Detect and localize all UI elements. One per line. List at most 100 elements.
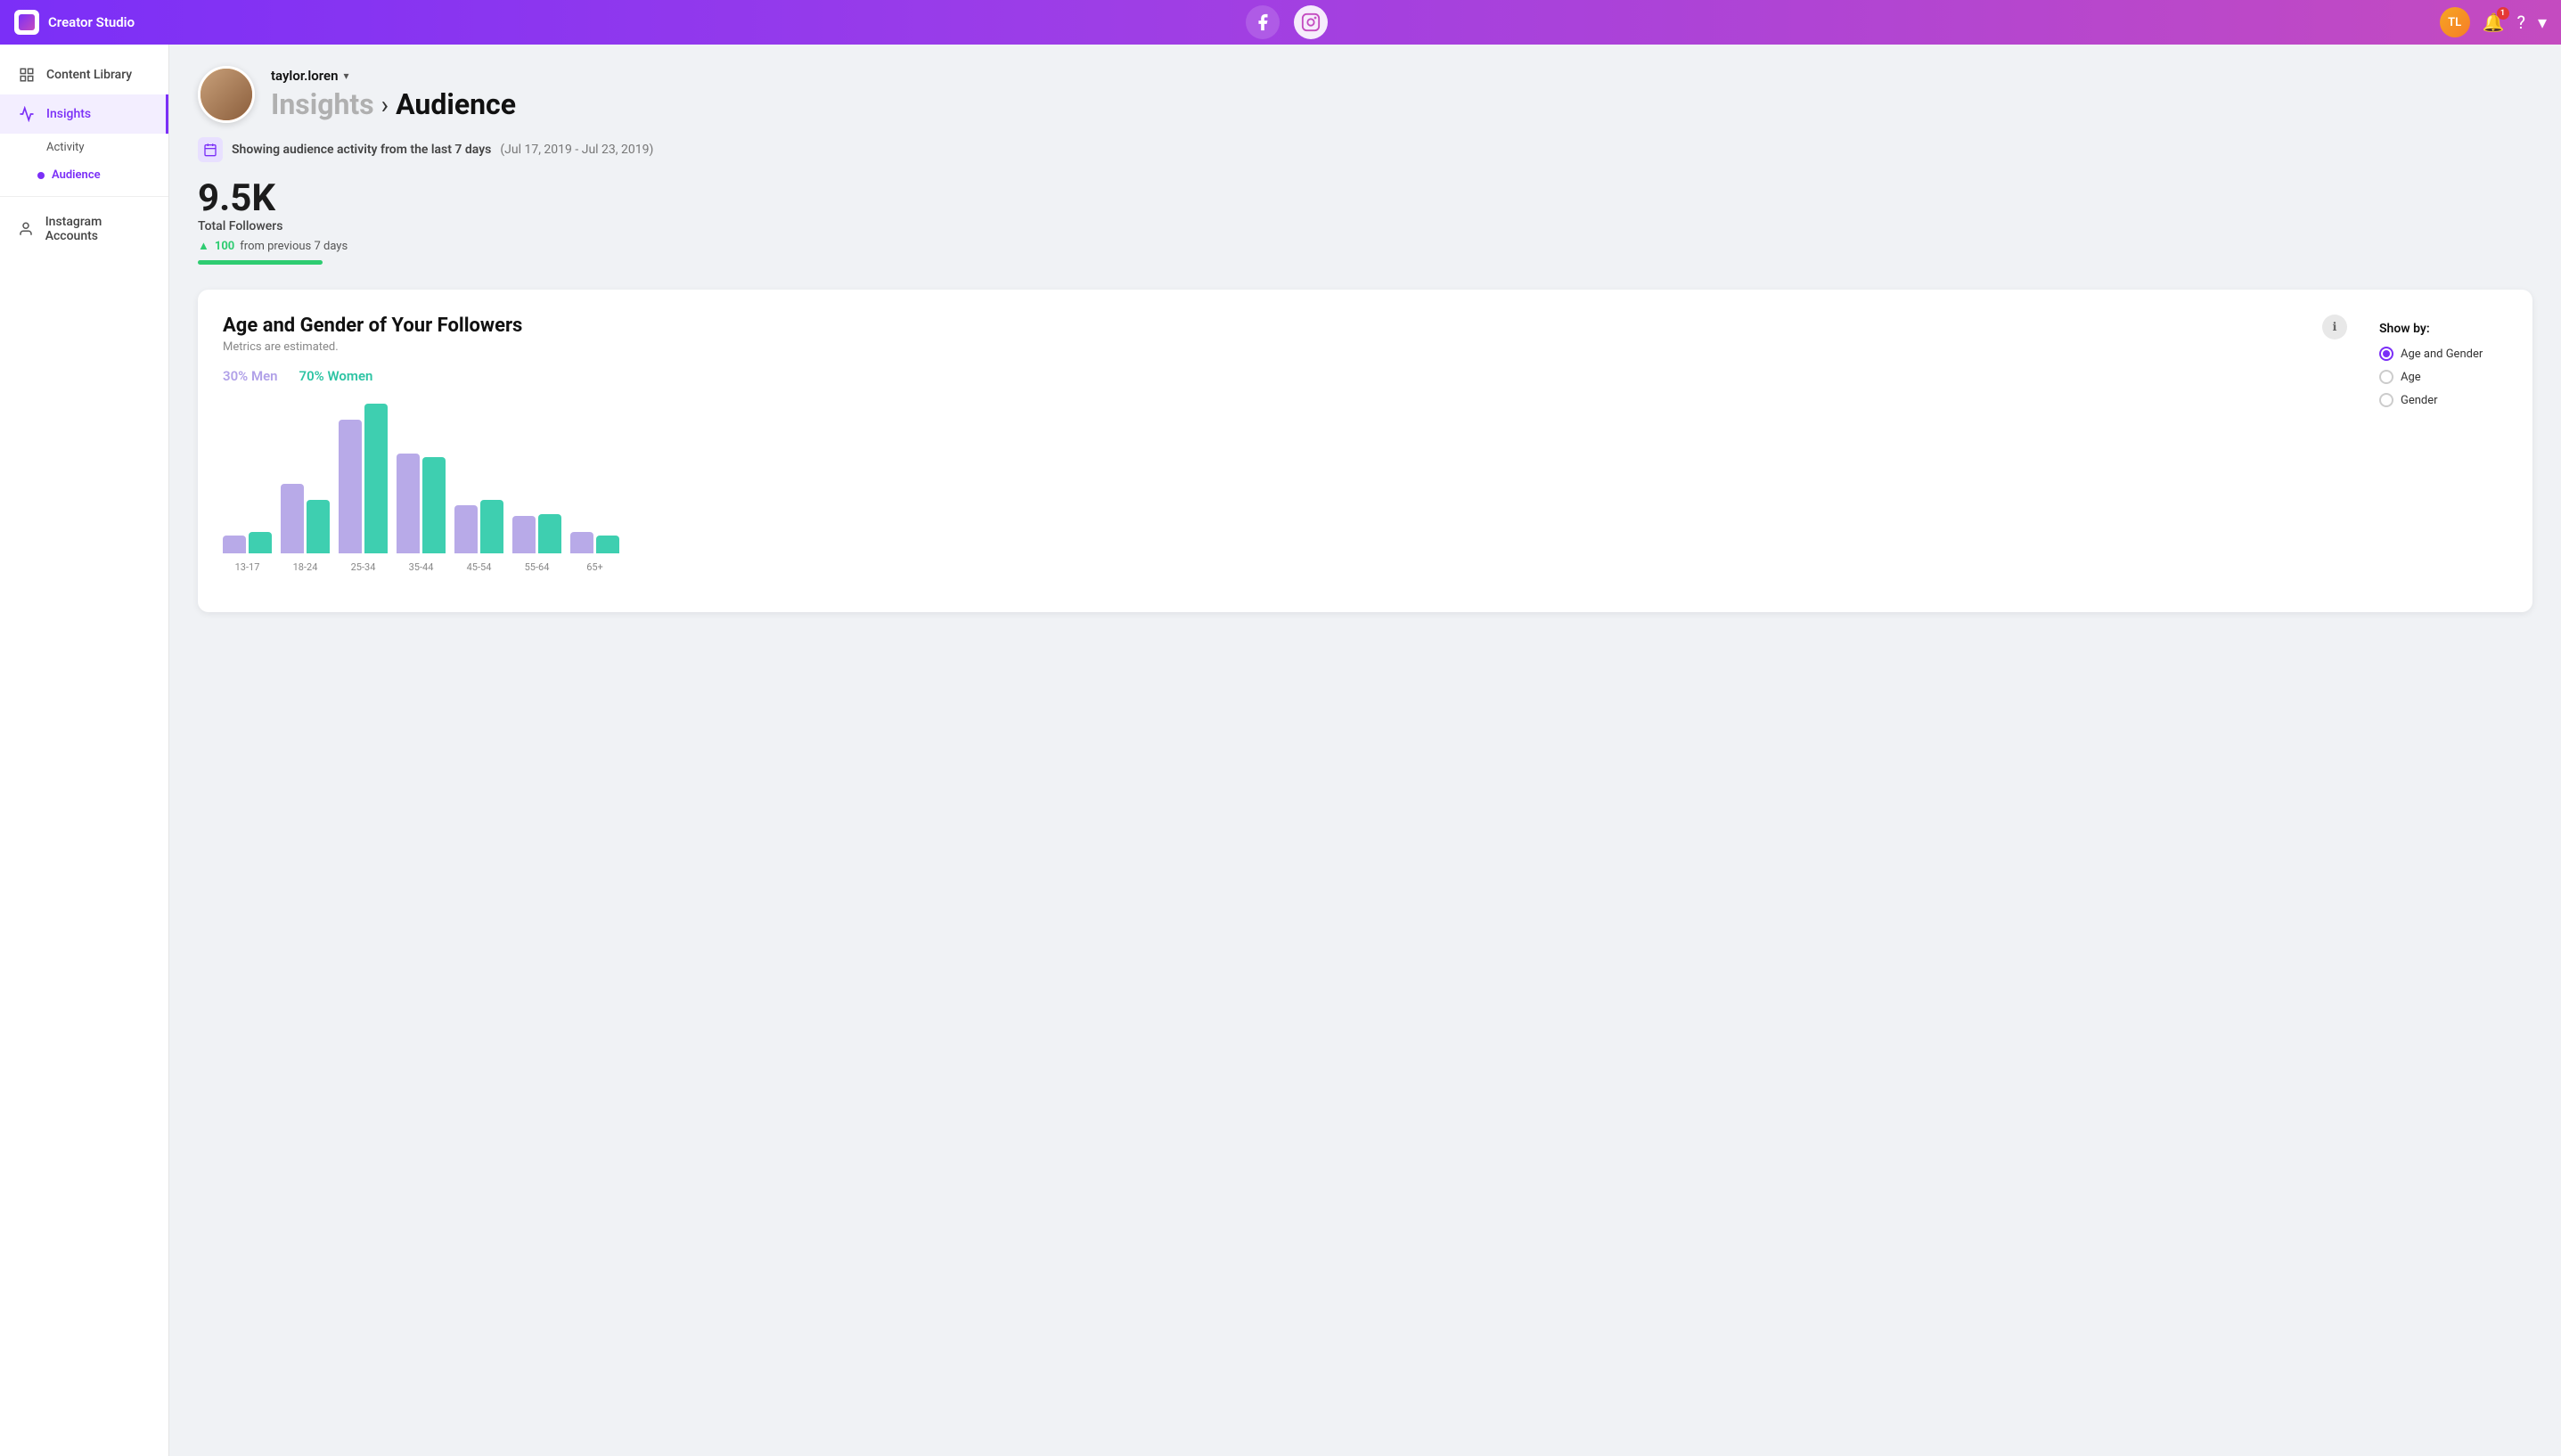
men-bar-13-17: [223, 536, 246, 553]
date-banner: Showing audience activity from the last …: [198, 137, 2532, 162]
radio-age[interactable]: Age: [2379, 370, 2493, 384]
bar-label-45-54: 45-54: [467, 561, 492, 573]
bar-pair-65+: [570, 532, 619, 553]
bar-pair-45-54: [454, 500, 503, 553]
men-bar-35-44: [397, 454, 420, 553]
username: taylor.loren: [271, 68, 338, 84]
username-dropdown-icon[interactable]: ▾: [343, 70, 348, 82]
insights-icon: [18, 105, 36, 123]
sidebar-sub-audience[interactable]: Audience: [0, 161, 168, 189]
bar-label-55-64: 55-64: [525, 561, 550, 573]
sidebar: Content Library Insights Activity Audien…: [0, 45, 169, 1456]
radio-circle-age-gender: [2379, 347, 2393, 361]
change-text: from previous 7 days: [240, 240, 348, 253]
instagram-accounts-label: Instagram Accounts: [45, 215, 151, 243]
bar-pair-25-34: [339, 404, 388, 553]
bar-group-13-17: 13-17: [223, 532, 272, 573]
breadcrumb-insights[interactable]: Insights: [271, 87, 374, 121]
bar-group-55-64: 55-64: [512, 514, 561, 573]
women-bar-13-17: [249, 532, 272, 553]
followers-change: ▲ 100 from previous 7 days: [198, 239, 2532, 253]
followers-section: 9.5K Total Followers ▲ 100 from previous…: [198, 180, 2532, 265]
bar-pair-35-44: [397, 454, 446, 553]
women-bar-55-64: [538, 514, 561, 553]
audience-label: Audience: [52, 168, 101, 182]
radio-gender[interactable]: Gender: [2379, 393, 2493, 407]
dropdown-icon[interactable]: ▾: [2538, 12, 2547, 33]
chart-subtitle: Metrics are estimated.: [223, 340, 522, 354]
content-library-icon: [18, 66, 36, 84]
bar-label-35-44: 35-44: [409, 561, 434, 573]
show-by-panel: Show by: Age and Gender Age Gender: [2365, 315, 2508, 594]
followers-label: Total Followers: [198, 219, 2532, 233]
sidebar-divider: [0, 196, 168, 197]
instagram-platform-btn[interactable]: [1294, 5, 1328, 39]
men-percentage: 30% Men: [223, 368, 278, 384]
bar-group-65+: 65+: [570, 532, 619, 573]
facebook-platform-btn[interactable]: [1246, 5, 1280, 39]
women-bar-25-34: [364, 404, 388, 553]
chart-info-button[interactable]: ℹ: [2322, 315, 2347, 339]
men-bar-55-64: [512, 516, 536, 553]
chart-main: Age and Gender of Your Followers Metrics…: [223, 315, 2347, 594]
women-percentage: 70% Women: [299, 368, 373, 384]
sidebar-item-instagram-accounts[interactable]: Instagram Accounts: [0, 204, 168, 254]
radio-options: Age and Gender Age Gender: [2379, 347, 2493, 407]
change-amount: 100: [215, 240, 234, 253]
page-header: taylor.loren ▾ Insights › Audience: [198, 66, 2532, 123]
breadcrumb-audience: Audience: [396, 87, 516, 121]
women-bar-18-24: [307, 500, 330, 553]
main-content: taylor.loren ▾ Insights › Audience Showi…: [169, 45, 2561, 1456]
sidebar-item-insights[interactable]: Insights: [0, 94, 168, 134]
insights-label: Insights: [46, 107, 91, 121]
show-by-title: Show by:: [2379, 322, 2493, 336]
women-bar-65+: [596, 536, 619, 553]
calendar-icon: [198, 137, 223, 162]
bar-pair-18-24: [281, 484, 330, 553]
radio-circle-gender: [2379, 393, 2393, 407]
bar-label-25-34: 25-34: [351, 561, 376, 573]
gender-legend: 30% Men 70% Women: [223, 368, 2347, 384]
breadcrumb: Insights › Audience: [271, 87, 516, 121]
bar-label-65+: 65+: [586, 561, 603, 573]
sidebar-item-content-library[interactable]: Content Library: [0, 55, 168, 94]
header-text: taylor.loren ▾ Insights › Audience: [271, 68, 516, 121]
radio-label-age: Age: [2401, 371, 2421, 384]
radio-circle-age: [2379, 370, 2393, 384]
sidebar-sub-activity[interactable]: Activity: [0, 134, 168, 161]
instagram-accounts-icon: [18, 220, 35, 238]
women-bar-45-54: [480, 500, 503, 553]
bar-label-18-24: 18-24: [293, 561, 318, 573]
top-navigation: Creator Studio TL 🔔 1 ? ▾: [0, 0, 2561, 45]
bar-pair-13-17: [223, 532, 272, 553]
men-bar-25-34: [339, 420, 362, 553]
platform-switcher: [1246, 5, 1328, 39]
age-gender-bar-chart: 13-17 18-24 25-34 35-44 45-54 55-64 65+: [223, 398, 2347, 594]
chart-title-group: Age and Gender of Your Followers Metrics…: [223, 315, 522, 368]
followers-progress-bar: [198, 260, 323, 265]
notifications-button[interactable]: 🔔 1: [2483, 12, 2505, 33]
men-bar-18-24: [281, 484, 304, 553]
chart-title: Age and Gender of Your Followers: [223, 315, 522, 337]
content-library-label: Content Library: [46, 68, 132, 82]
app-title: Creator Studio: [48, 14, 135, 30]
activity-label: Activity: [46, 141, 85, 154]
help-icon[interactable]: ?: [2517, 12, 2525, 33]
user-avatar[interactable]: TL: [2440, 7, 2470, 37]
chart-header-row: Age and Gender of Your Followers Metrics…: [223, 315, 2347, 368]
notification-badge: 1: [2497, 7, 2509, 20]
app-logo: [14, 10, 39, 35]
bar-group-35-44: 35-44: [397, 454, 446, 573]
women-bar-35-44: [422, 457, 446, 553]
topnav-right: TL 🔔 1 ? ▾: [2440, 7, 2547, 37]
topnav-left: Creator Studio: [14, 10, 135, 35]
men-bar-65+: [570, 532, 593, 553]
username-row: taylor.loren ▾: [271, 68, 516, 84]
date-banner-text: Showing audience activity from the last …: [232, 143, 491, 157]
radio-age-gender[interactable]: Age and Gender: [2379, 347, 2493, 361]
bar-pair-55-64: [512, 514, 561, 553]
bar-group-45-54: 45-54: [454, 500, 503, 573]
followers-count: 9.5K: [198, 180, 2532, 217]
bar-group-18-24: 18-24: [281, 484, 330, 573]
change-arrow-icon: ▲: [198, 239, 209, 253]
